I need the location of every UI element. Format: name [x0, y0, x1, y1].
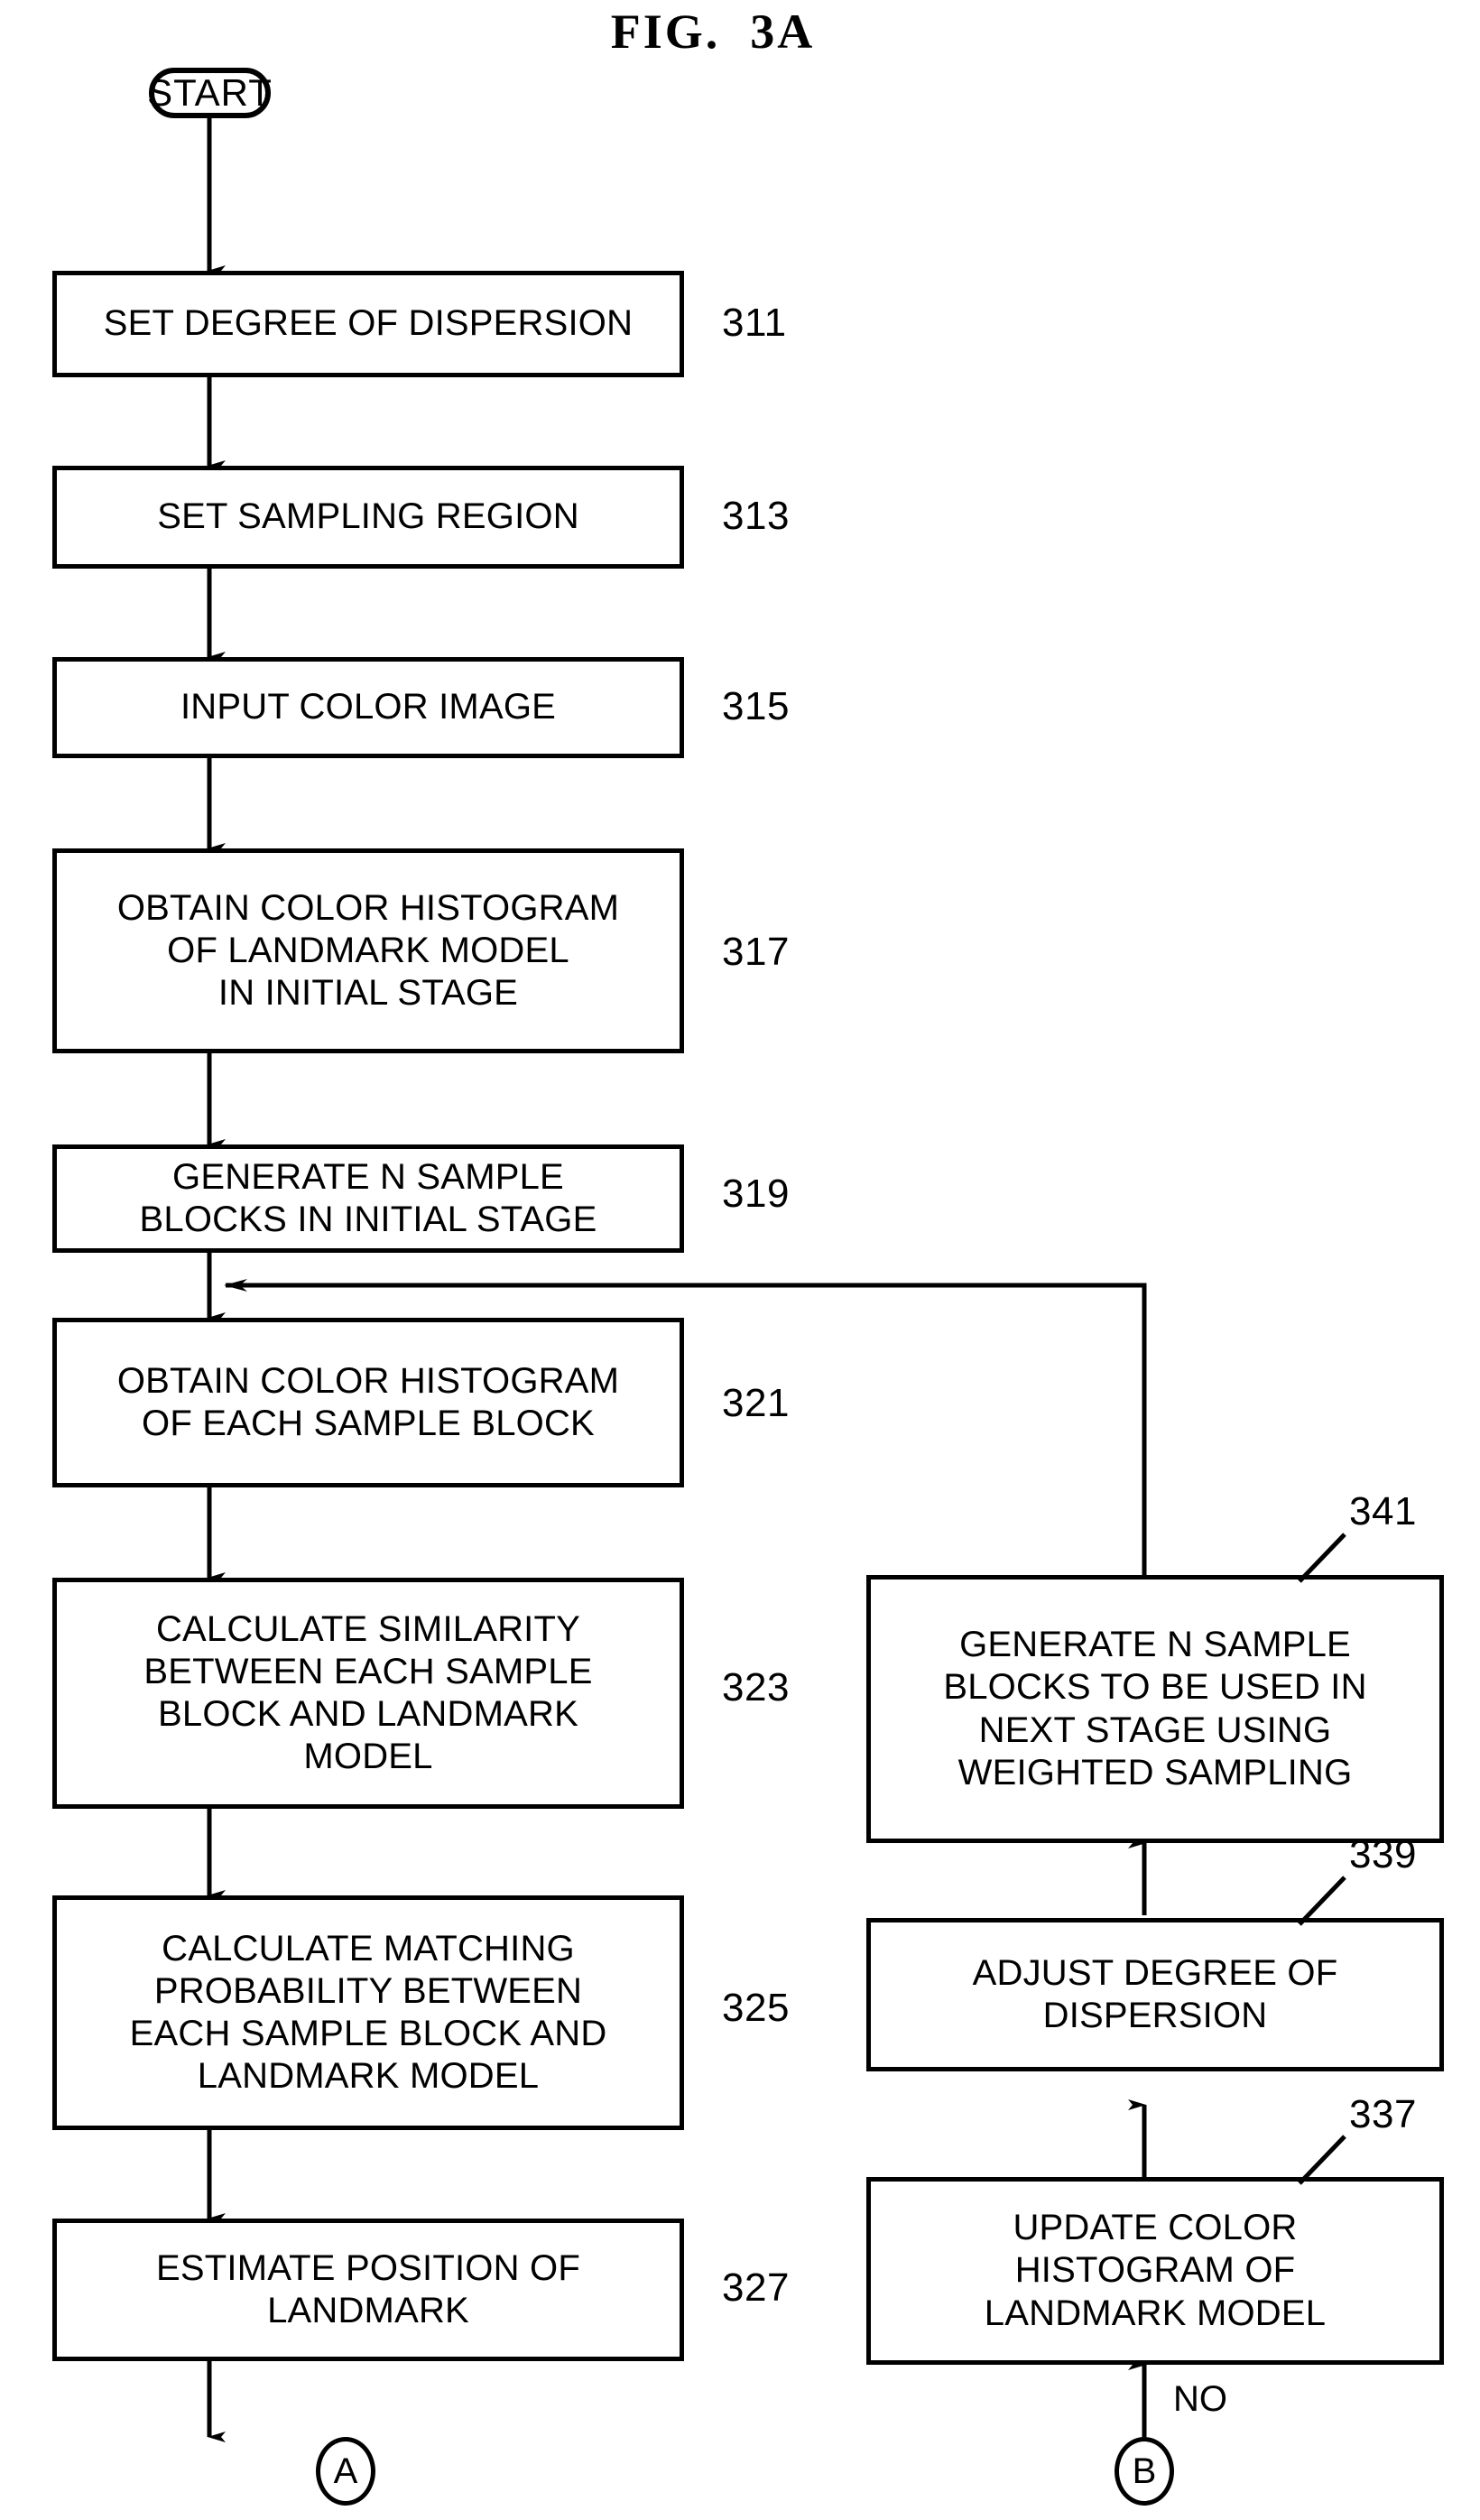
process-box-319-text: GENERATE N SAMPLE BLOCKS IN INITIAL STAG… — [139, 1156, 597, 1239]
leader-line-341 — [1298, 1533, 1346, 1583]
ref-number-337: 337 — [1349, 2092, 1417, 2136]
leader-line-339 — [1298, 1876, 1346, 1926]
process-box-339-text: ADJUST DEGREE OF DISPERSION — [972, 1952, 1338, 2035]
ref-number-323: 323 — [722, 1665, 790, 1709]
process-box-321: OBTAIN COLOR HISTOGRAM OF EACH SAMPLE BL… — [52, 1318, 684, 1487]
process-box-325-text: CALCULATE MATCHING PROBABILITY BETWEEN E… — [129, 1928, 607, 2097]
ref-number-327: 327 — [722, 2265, 790, 2310]
ref-number-315: 315 — [722, 684, 790, 728]
process-box-321-text: OBTAIN COLOR HISTOGRAM OF EACH SAMPLE BL… — [116, 1360, 620, 1443]
connector-b-label: B — [1132, 2451, 1157, 2491]
start-label: START — [147, 71, 273, 114]
ref-number-313: 313 — [722, 494, 790, 538]
process-box-315-text: INPUT COLOR IMAGE — [180, 687, 557, 727]
figure-title: FIG. 3A — [610, 5, 816, 59]
process-box-319: GENERATE N SAMPLE BLOCKS IN INITIAL STAG… — [52, 1144, 684, 1253]
figure-canvas: FIG. 3A START SET DEGREE OF DISPERSION 3… — [0, 0, 1480, 2520]
process-box-337: UPDATE COLOR HISTOGRAM OF LANDMARK MODEL — [866, 2177, 1444, 2365]
process-box-317-text: OBTAIN COLOR HISTOGRAM OF LANDMARK MODEL… — [116, 887, 620, 1014]
process-box-311: SET DEGREE OF DISPERSION — [52, 271, 684, 377]
ref-number-311: 311 — [722, 301, 787, 345]
leader-line-337 — [1298, 2135, 1346, 2185]
process-box-341-text: GENERATE N SAMPLE BLOCKS TO BE USED IN N… — [943, 1625, 1367, 1793]
process-box-337-text: UPDATE COLOR HISTOGRAM OF LANDMARK MODEL — [984, 2208, 1327, 2333]
connector-a-label: A — [333, 2451, 358, 2491]
process-box-341: GENERATE N SAMPLE BLOCKS TO BE USED IN N… — [866, 1575, 1444, 1843]
flow-connector-lines — [207, 116, 1147, 2442]
edge-label-no: NO — [1173, 2379, 1227, 2419]
connector-circle-b: B — [1115, 2437, 1174, 2506]
process-box-339: ADJUST DEGREE OF DISPERSION — [866, 1918, 1444, 2071]
process-box-323: CALCULATE SIMILARITY BETWEEN EACH SAMPLE… — [52, 1578, 684, 1809]
connector-circle-a: A — [316, 2437, 375, 2506]
ref-number-325: 325 — [722, 1986, 790, 2030]
process-box-327: ESTIMATE POSITION OF LANDMARK — [52, 2219, 684, 2361]
process-box-317: OBTAIN COLOR HISTOGRAM OF LANDMARK MODEL… — [52, 848, 684, 1053]
ref-number-339: 339 — [1349, 1832, 1417, 1876]
process-box-311-text: SET DEGREE OF DISPERSION — [103, 303, 634, 344]
process-box-313: SET SAMPLING REGION — [52, 466, 684, 569]
process-box-315: INPUT COLOR IMAGE — [52, 657, 684, 758]
ref-number-319: 319 — [722, 1172, 790, 1216]
ref-number-341: 341 — [1349, 1489, 1417, 1533]
ref-number-317: 317 — [722, 930, 790, 974]
process-box-313-text: SET SAMPLING REGION — [157, 496, 579, 537]
process-box-323-text: CALCULATE SIMILARITY BETWEEN EACH SAMPLE… — [143, 1608, 593, 1777]
start-terminator: START — [147, 68, 273, 118]
ref-number-321: 321 — [722, 1381, 790, 1425]
process-box-327-text: ESTIMATE POSITION OF LANDMARK — [156, 2247, 580, 2330]
process-box-325: CALCULATE MATCHING PROBABILITY BETWEEN E… — [52, 1895, 684, 2130]
